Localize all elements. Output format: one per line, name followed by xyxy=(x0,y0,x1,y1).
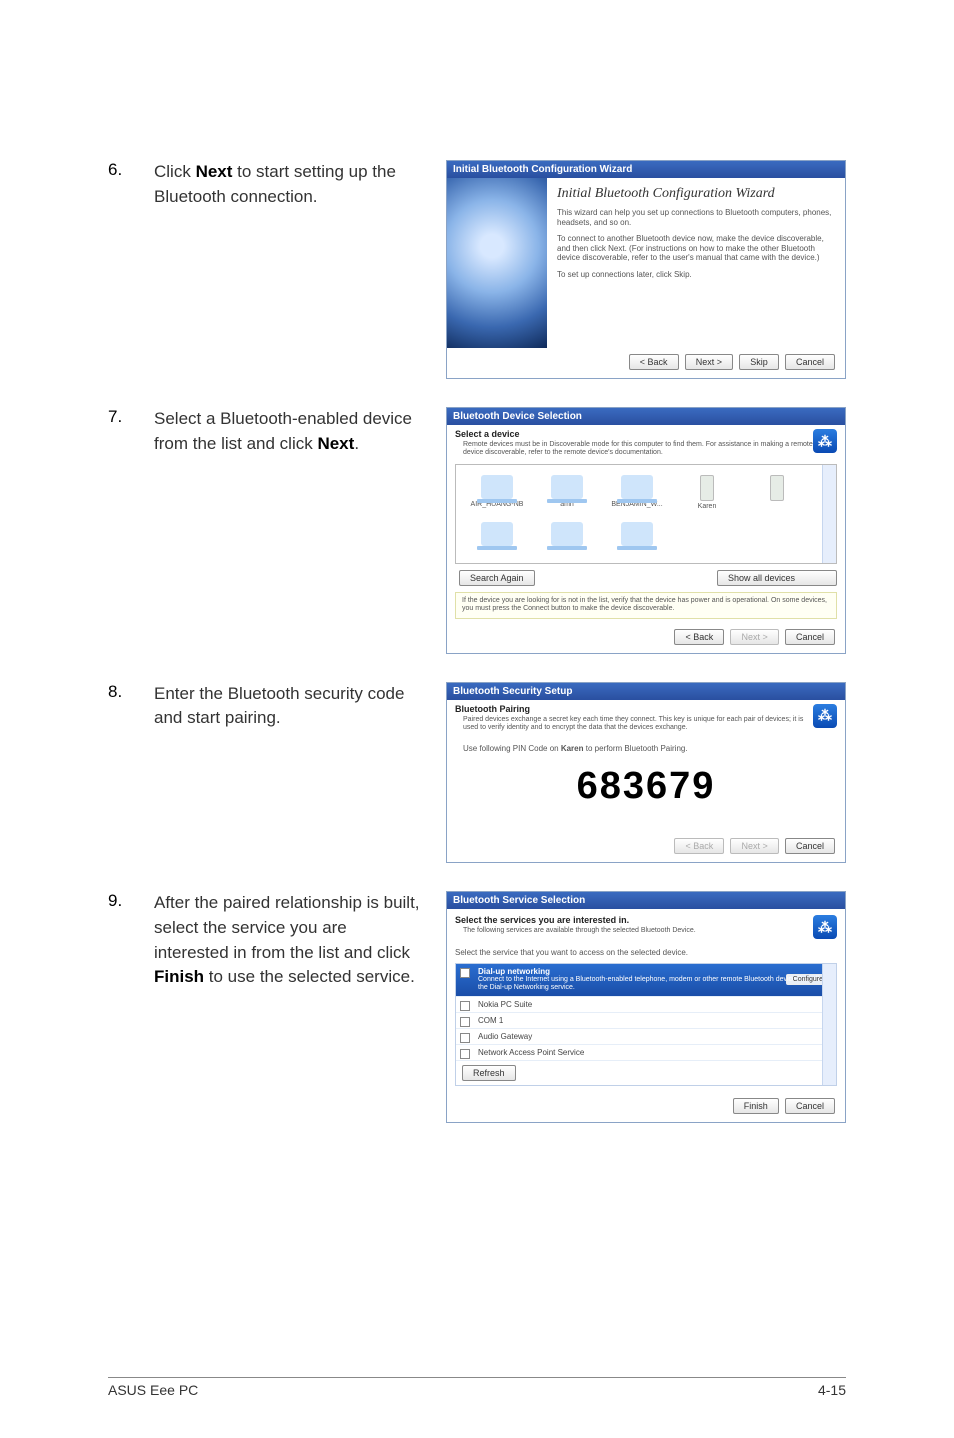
back-button[interactable]: < Back xyxy=(674,629,724,645)
globe-image xyxy=(447,178,547,348)
device-item[interactable]: BENJAMIN_W... xyxy=(602,471,672,519)
dialog-header: Select the services you are interested i… xyxy=(455,915,837,925)
dialog-header: Select a device xyxy=(455,429,837,439)
service-list: ✔ Dial-up networking Connect to the Inte… xyxy=(455,963,837,1086)
info-note: If the device you are looking for is not… xyxy=(455,592,837,619)
step-text: Select a Bluetooth-enabled device from t… xyxy=(154,407,446,456)
bluetooth-icon: ⁂ xyxy=(813,915,837,939)
finish-button[interactable]: Finish xyxy=(733,1098,779,1114)
cancel-button[interactable]: Cancel xyxy=(785,354,835,370)
checkbox[interactable] xyxy=(460,1001,470,1011)
screenshot-device-selection: Bluetooth Device Selection ⁂ Select a de… xyxy=(446,407,846,654)
dialog-title: Initial Bluetooth Configuration Wizard xyxy=(447,161,845,178)
dialog-subtext: The following services are available thr… xyxy=(463,927,837,935)
cancel-button[interactable]: Cancel xyxy=(785,838,835,854)
checkbox[interactable] xyxy=(460,1017,470,1027)
bluetooth-icon: ⁂ xyxy=(813,429,837,453)
step-text: Click Next to start setting up the Bluet… xyxy=(154,160,446,209)
dialog-header: Bluetooth Pairing xyxy=(455,704,837,714)
laptop-icon xyxy=(551,475,583,499)
device-item[interactable] xyxy=(602,518,672,557)
service-item[interactable]: COM 1 xyxy=(456,1013,836,1029)
service-item[interactable]: Audio Gateway xyxy=(456,1029,836,1045)
laptop-icon xyxy=(481,475,513,499)
device-list[interactable]: AIR_HUANG-NB amn BENJAMIN_W... Karen xyxy=(455,464,837,564)
laptop-icon xyxy=(621,475,653,499)
next-button[interactable]: Next > xyxy=(685,354,733,370)
service-item[interactable]: Nokia PC Suite xyxy=(456,997,836,1013)
scrollbar[interactable] xyxy=(822,964,836,1085)
footer-page-number: 4-15 xyxy=(818,1382,846,1398)
service-item-dialup[interactable]: ✔ Dial-up networking Connect to the Inte… xyxy=(456,964,836,997)
device-item[interactable]: AIR_HUANG-NB xyxy=(462,471,532,519)
wizard-paragraph: To connect to another Bluetooth device n… xyxy=(557,234,835,263)
screenshot-service-selection: Bluetooth Service Selection ⁂ Select the… xyxy=(446,891,846,1122)
next-button: Next > xyxy=(730,838,778,854)
device-item[interactable]: Karen xyxy=(672,471,742,519)
back-button: < Back xyxy=(674,838,724,854)
dialog-subtext: Remote devices must be in Discoverable m… xyxy=(463,441,837,458)
skip-button[interactable]: Skip xyxy=(739,354,779,370)
dialog-subtext: Paired devices exchange a secret key eac… xyxy=(463,716,837,733)
pin-code: 683679 xyxy=(455,759,837,828)
scrollbar[interactable] xyxy=(822,465,836,563)
step-text: Enter the Bluetooth security code and st… xyxy=(154,682,446,731)
checkbox[interactable]: ✔ xyxy=(460,968,470,978)
wizard-heading: Initial Bluetooth Configuration Wizard xyxy=(557,186,835,202)
service-item[interactable]: Network Access Point Service xyxy=(456,1045,836,1061)
footer-product: ASUS Eee PC xyxy=(108,1382,198,1398)
wizard-paragraph: To set up connections later, click Skip. xyxy=(557,270,835,280)
phone-icon xyxy=(700,475,714,501)
dialog-title: Bluetooth Security Setup xyxy=(447,683,845,700)
step-number: 9. xyxy=(108,891,154,911)
step-number: 7. xyxy=(108,407,154,427)
device-item[interactable] xyxy=(742,471,812,519)
pin-instruction: Use following PIN Code on Karen to perfo… xyxy=(455,738,837,759)
laptop-icon xyxy=(481,522,513,546)
back-button[interactable]: < Back xyxy=(629,354,679,370)
laptop-icon xyxy=(551,522,583,546)
next-button[interactable]: Next > xyxy=(730,629,778,645)
search-again-button[interactable]: Search Again xyxy=(459,570,535,586)
checkbox[interactable] xyxy=(460,1049,470,1059)
cancel-button[interactable]: Cancel xyxy=(785,629,835,645)
device-item[interactable]: amn xyxy=(532,471,602,519)
device-item[interactable] xyxy=(462,518,532,557)
checkbox[interactable] xyxy=(460,1033,470,1043)
screenshot-initial-wizard: Initial Bluetooth Configuration Wizard I… xyxy=(446,160,846,379)
phone-icon xyxy=(770,475,784,501)
show-devices-dropdown[interactable]: Show all devices xyxy=(717,570,837,586)
step-number: 6. xyxy=(108,160,154,180)
list-header: Select the service that you want to acce… xyxy=(455,948,837,957)
cancel-button[interactable]: Cancel xyxy=(785,1098,835,1114)
step-text: After the paired relationship is built, … xyxy=(154,891,446,990)
wizard-paragraph: This wizard can help you set up connecti… xyxy=(557,208,835,227)
bluetooth-icon: ⁂ xyxy=(813,704,837,728)
device-item[interactable] xyxy=(532,518,602,557)
dialog-title: Bluetooth Device Selection xyxy=(447,408,845,425)
dialog-title: Bluetooth Service Selection xyxy=(447,892,845,909)
step-number: 8. xyxy=(108,682,154,702)
laptop-icon xyxy=(621,522,653,546)
screenshot-security-setup: Bluetooth Security Setup ⁂ Bluetooth Pai… xyxy=(446,682,846,864)
refresh-button[interactable]: Refresh xyxy=(462,1065,516,1081)
